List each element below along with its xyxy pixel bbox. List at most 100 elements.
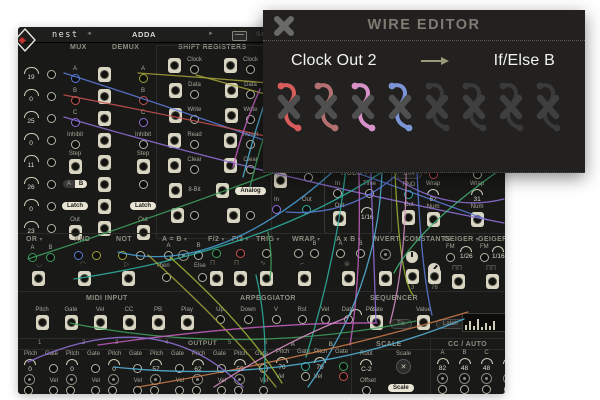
vel-jack[interactable]: [91, 386, 100, 394]
or-out-jackbox[interactable]: [32, 271, 45, 286]
invert-out-jackbox[interactable]: [379, 271, 392, 286]
geiger1-fm-jack[interactable]: [446, 253, 455, 262]
register-jack[interactable]: [246, 90, 255, 99]
trig-in-jack[interactable]: [262, 249, 271, 258]
register-jackbox[interactable]: [168, 58, 181, 73]
and-a-jack[interactable]: [74, 251, 83, 260]
midi-jackbox[interactable]: [65, 315, 78, 330]
cc-out-jack[interactable]: [504, 385, 505, 394]
wrap1-knob[interactable]: [427, 189, 439, 195]
register-jackbox[interactable]: [216, 183, 229, 198]
f2b-in-jack[interactable]: [236, 249, 245, 258]
vel-jack[interactable]: [133, 386, 142, 394]
register-jack[interactable]: [190, 165, 199, 174]
value-knob[interactable]: 26: [23, 177, 39, 191]
pitch-out-jack[interactable]: [192, 386, 201, 394]
register-jackbox[interactable]: [224, 158, 237, 173]
input-jack[interactable]: [47, 114, 56, 123]
register-jackbox[interactable]: [168, 158, 181, 173]
output-number-3[interactable]: 3: [115, 340, 118, 346]
delete-x-icon[interactable]: [281, 98, 297, 116]
hold-in-jack[interactable]: [333, 189, 342, 198]
trig-header[interactable]: TRIG: [256, 236, 280, 243]
demux-jack[interactable]: [139, 180, 148, 189]
register-jackbox[interactable]: [169, 108, 182, 123]
aeb-compare-jack[interactable]: [178, 250, 189, 261]
pitch-mod-jack[interactable]: [108, 374, 119, 385]
geiger1-rate-knob[interactable]: 1/26: [460, 246, 473, 260]
arp-jack[interactable]: [272, 315, 281, 324]
prev-patch-button[interactable]: ◄: [86, 31, 92, 37]
geiger2-fm-jack[interactable]: [480, 253, 489, 262]
register-jackbox[interactable]: [225, 83, 238, 98]
register-mode-button[interactable]: Analog: [235, 187, 265, 195]
axb-b-jack[interactable]: [356, 249, 365, 258]
gate-jack[interactable]: [175, 364, 184, 373]
vel-jack[interactable]: [339, 372, 348, 381]
seq-latch-button[interactable]: Latch: [436, 319, 465, 329]
delete-x-icon[interactable]: [503, 98, 519, 116]
cc-mod-jack[interactable]: [459, 373, 470, 384]
offset-jack[interactable]: [362, 386, 371, 394]
wrap1-num-jackbox[interactable]: [427, 212, 440, 227]
arp-jack[interactable]: [244, 315, 253, 324]
io-jack[interactable]: [304, 173, 313, 182]
wrap2-knob[interactable]: [471, 189, 483, 195]
mux-c-jack[interactable]: [71, 118, 80, 127]
demux-inhibit-jack[interactable]: [139, 140, 148, 149]
wire-slot[interactable]: [458, 79, 490, 135]
register-jack[interactable]: [246, 65, 255, 74]
f2a-out-jackbox[interactable]: [210, 271, 223, 286]
seq-value-jackbox[interactable]: [417, 315, 430, 330]
geiger2-header[interactable]: GEIGER: [478, 236, 505, 243]
output-number-6[interactable]: 6: [264, 340, 267, 346]
wire-slot[interactable]: [347, 79, 379, 135]
vel-jack[interactable]: [49, 386, 58, 394]
seq-input-jack[interactable]: [321, 315, 330, 324]
mux-step-jackbox[interactable]: [69, 159, 82, 174]
demux-jackbox[interactable]: [98, 199, 111, 214]
wrap-b-jack[interactable]: [310, 249, 319, 258]
output-number-5[interactable]: 5: [228, 340, 231, 346]
or-b-jack[interactable]: [46, 253, 55, 262]
demux-jackbox[interactable]: [98, 111, 111, 126]
arp-jack[interactable]: [216, 315, 225, 324]
demux-jackbox[interactable]: [98, 133, 111, 148]
f2a-in-jack[interactable]: [212, 249, 221, 258]
mux-a-jack[interactable]: [71, 74, 80, 83]
delete-x-icon[interactable]: [466, 98, 482, 116]
pitch-mod-jack[interactable]: [66, 374, 77, 385]
demux-b-jack[interactable]: [139, 96, 148, 105]
demux-latch-button[interactable]: Latch: [130, 202, 156, 210]
seq-input-jack[interactable]: [344, 315, 353, 324]
demux-step-jackbox[interactable]: [137, 159, 150, 174]
value-knob[interactable]: 25: [23, 111, 39, 125]
toggle-a[interactable]: A: [63, 180, 75, 188]
gate-jack[interactable]: [339, 362, 348, 371]
input-jack[interactable]: [47, 92, 56, 101]
cc-knob[interactable]: [437, 358, 449, 364]
hold-time-jack[interactable]: [365, 189, 374, 198]
register-jackbox[interactable]: [224, 133, 237, 148]
wire-slot[interactable]: [273, 79, 305, 135]
pitch-out-jack[interactable]: [108, 386, 117, 394]
f2b-header[interactable]: F/2: [232, 236, 249, 243]
rnd-jack[interactable]: [404, 190, 413, 199]
value-knob[interactable]: 0: [23, 199, 39, 213]
pitch-knob[interactable]: 0: [66, 359, 78, 373]
wrap-out-jackbox[interactable]: [298, 271, 311, 286]
delete-x-icon[interactable]: [429, 98, 445, 116]
aeb-a-jack[interactable]: [164, 251, 173, 260]
arp-v-knob[interactable]: [350, 309, 362, 315]
invert-in-jack[interactable]: [380, 249, 391, 260]
cc-mod-jack[interactable]: [481, 373, 492, 384]
next-patch-button[interactable]: ►: [208, 31, 214, 37]
then-jack[interactable]: [162, 273, 171, 282]
input-jack[interactable]: [47, 180, 56, 189]
constant2-jackbox[interactable]: [428, 269, 441, 284]
geiger1-header[interactable]: GEIGER: [444, 236, 479, 243]
register-jackbox[interactable]: [171, 208, 184, 223]
gate-jack[interactable]: [91, 364, 100, 373]
constant1-knob[interactable]: [406, 251, 418, 263]
vel-jack[interactable]: [217, 386, 226, 394]
